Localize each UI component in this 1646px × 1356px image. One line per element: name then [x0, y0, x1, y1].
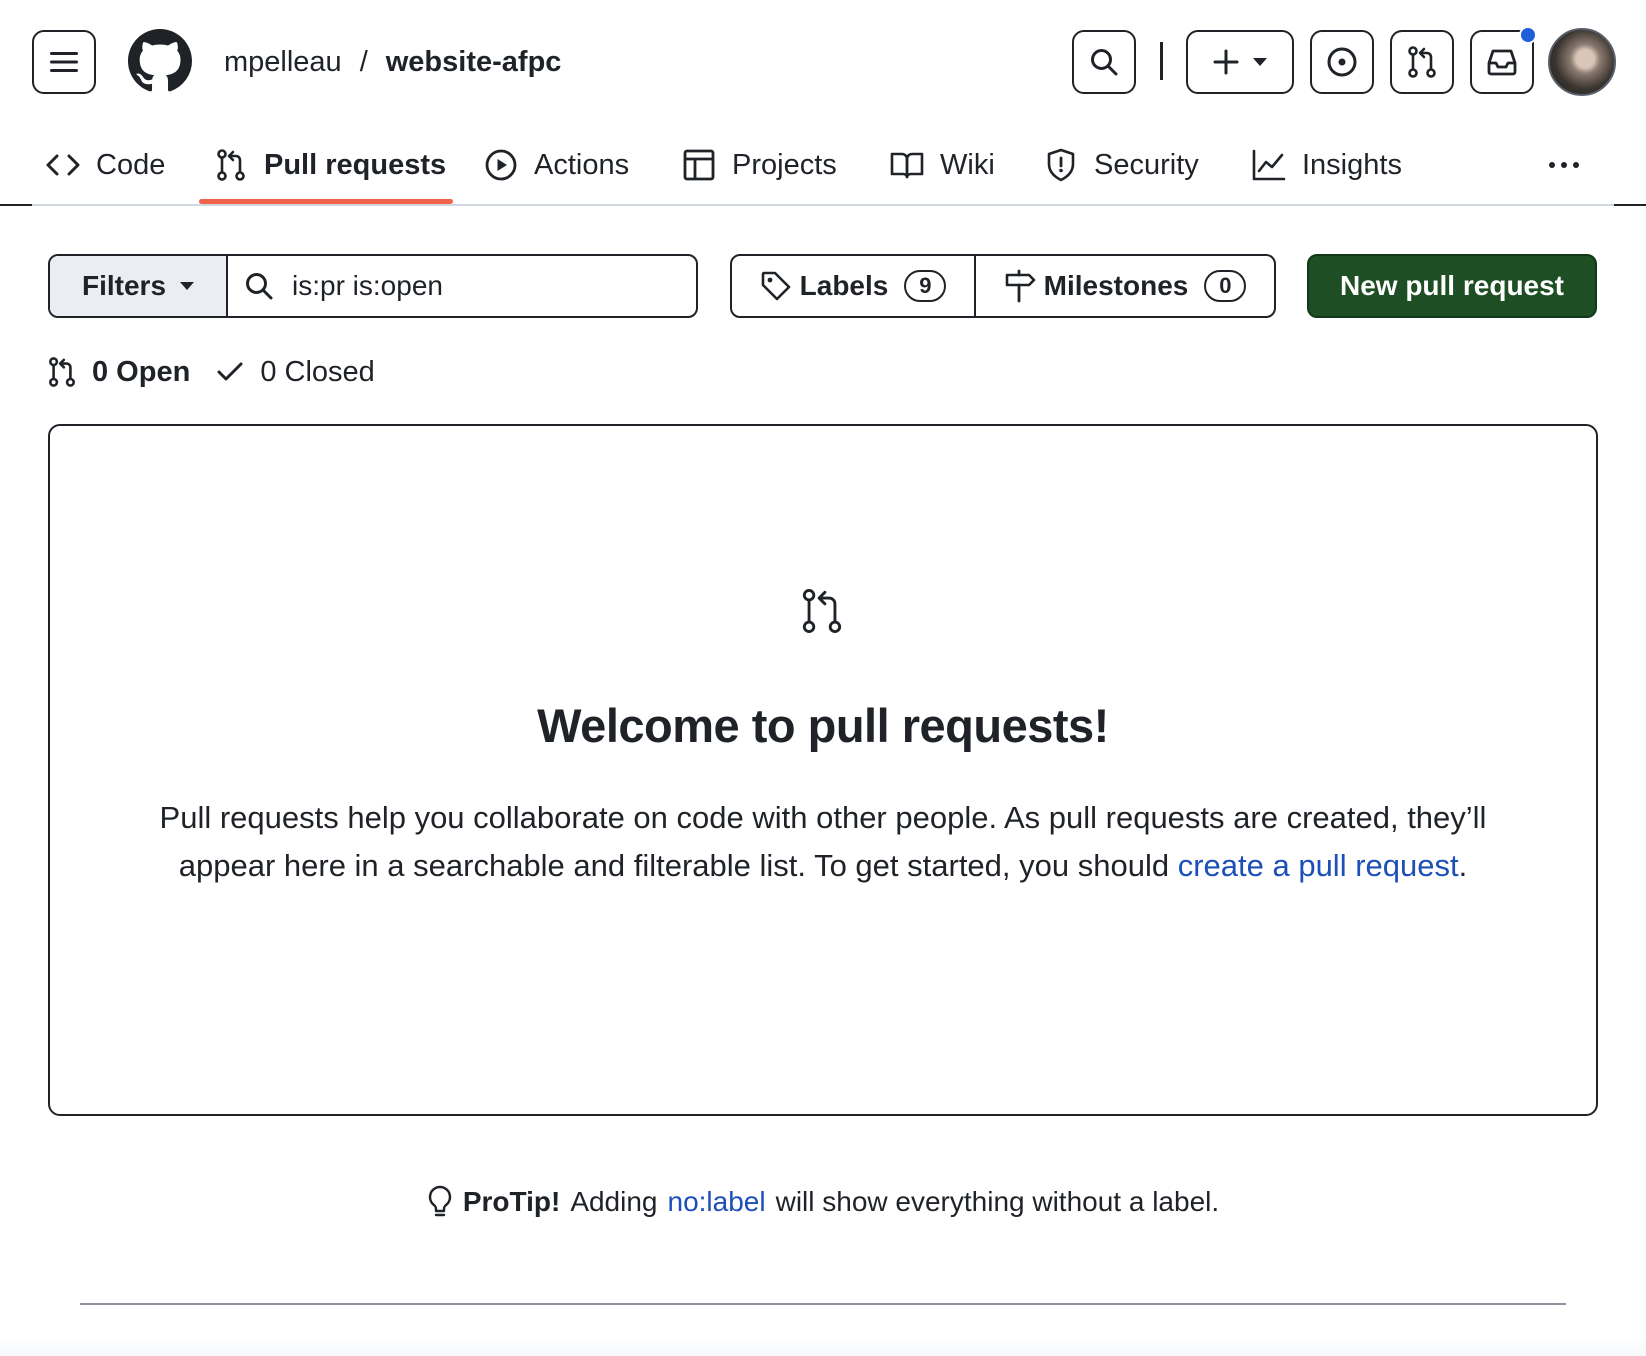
active-tab-underline	[199, 199, 453, 204]
chevron-down-icon	[180, 282, 195, 290]
create-pull-request-link[interactable]: create a pull request	[1178, 848, 1459, 883]
labels-label: Labels	[799, 270, 889, 301]
code-icon	[46, 148, 80, 182]
issue-icon	[1326, 46, 1358, 78]
unread-notification-indicator	[1519, 26, 1537, 44]
search-icon	[1089, 47, 1119, 77]
search-field[interactable]	[228, 256, 696, 316]
milestone-icon	[1004, 269, 1036, 303]
user-avatar[interactable]	[1548, 28, 1616, 96]
open-prs-label: 0 Open	[92, 355, 191, 388]
create-new-button[interactable]	[1186, 30, 1294, 94]
new-pull-request-button[interactable]: New pull request	[1307, 254, 1597, 318]
inbox-icon	[1485, 47, 1519, 77]
repo-breadcrumb: mpelleau / website-afpc	[224, 42, 561, 82]
more-tabs-button[interactable]	[1544, 148, 1584, 182]
empty-state-description: Pull requests help you collaborate on co…	[150, 794, 1496, 890]
plus-icon	[1213, 49, 1239, 75]
labels-button[interactable]: Labels 9	[732, 256, 976, 316]
empty-state-panel: Welcome to pull requests! Pull requests …	[48, 424, 1598, 1116]
tab-code[interactable]: Code	[46, 124, 165, 206]
open-prs-link[interactable]: 0 Open	[48, 356, 190, 389]
pull-request-icon	[1407, 46, 1437, 78]
shield-icon	[1044, 148, 1078, 182]
pull-request-icon	[48, 357, 76, 387]
tab-security-label: Security	[1094, 148, 1199, 181]
empty-state-title: Welcome to pull requests!	[537, 699, 1109, 752]
play-icon	[484, 148, 518, 182]
your-issues-button[interactable]	[1310, 30, 1374, 94]
protip-text-before: Adding	[570, 1186, 658, 1217]
tab-pull-requests-label: Pull requests	[264, 148, 447, 181]
footer-divider	[80, 1303, 1566, 1305]
repo-owner-link[interactable]: mpelleau	[224, 42, 342, 82]
tab-insights-label: Insights	[1302, 148, 1402, 181]
table-icon	[682, 148, 716, 182]
pull-request-icon	[214, 148, 248, 182]
tab-pull-requests[interactable]: Pull requests	[214, 124, 446, 206]
empty-state-text-end: .	[1458, 848, 1468, 883]
protip-text-after: will show everything without a label.	[775, 1186, 1220, 1217]
tab-wiki-label: Wiki	[940, 148, 995, 181]
book-icon	[890, 148, 924, 182]
pull-request-icon	[800, 588, 848, 636]
tab-wiki[interactable]: Wiki	[890, 124, 995, 206]
tab-security[interactable]: Security	[1044, 124, 1199, 206]
labels-count-badge: 9	[904, 270, 947, 302]
header-divider	[1160, 42, 1163, 80]
filters-label: Filters	[81, 270, 167, 301]
tab-projects[interactable]: Projects	[682, 124, 837, 206]
tab-insights[interactable]: Insights	[1252, 124, 1402, 206]
milestones-button[interactable]: Milestones 0	[976, 256, 1274, 316]
tab-code-label: Code	[96, 148, 166, 181]
hamburger-icon	[49, 50, 79, 74]
labels-milestones-group: Labels 9 Milestones 0	[730, 254, 1276, 318]
no-label-link[interactable]: no:label	[668, 1186, 766, 1218]
page: mpelleau / website-afpc Code Pull reques…	[0, 0, 1646, 1356]
chevron-down-icon	[1253, 58, 1267, 66]
github-logo-icon[interactable]	[128, 29, 192, 93]
tag-icon	[760, 270, 792, 302]
kebab-dot	[1549, 162, 1555, 168]
open-menu-button[interactable]	[32, 30, 96, 94]
breadcrumb-separator: /	[359, 46, 368, 78]
closed-prs-label: 0 Closed	[260, 355, 375, 388]
kebab-dot	[1561, 162, 1567, 168]
tabs-border-edge	[0, 204, 32, 206]
milestones-label: Milestones	[1043, 270, 1189, 301]
lightbulb-icon	[427, 1185, 453, 1219]
pr-state-toggle: 0 Open 0 Closed	[48, 352, 375, 392]
milestones-count-badge: 0	[1204, 270, 1247, 302]
tab-projects-label: Projects	[732, 148, 837, 181]
repo-name-link[interactable]: website-afpc	[386, 42, 562, 82]
protip-label: ProTip!	[462, 1186, 561, 1217]
protip: ProTip! Adding no:label will show everyt…	[0, 1180, 1646, 1224]
tab-actions-label: Actions	[534, 148, 630, 181]
kebab-dot	[1573, 162, 1579, 168]
global-header: mpelleau / website-afpc	[0, 0, 1646, 124]
search-button[interactable]	[1072, 30, 1136, 94]
search-input[interactable]	[292, 270, 652, 302]
graph-icon	[1252, 148, 1286, 182]
filter-search-group: Filters	[48, 254, 698, 318]
check-icon	[216, 360, 244, 384]
closed-prs-link[interactable]: 0 Closed	[216, 355, 375, 389]
tabs-border-edge	[1614, 204, 1646, 206]
footer-background	[0, 1336, 1646, 1356]
tab-actions[interactable]: Actions	[484, 124, 629, 206]
search-icon	[244, 271, 274, 301]
filters-dropdown-button[interactable]: Filters	[50, 256, 228, 316]
repo-nav-tabs: Code Pull requests Actions Projects Wiki	[0, 124, 1646, 206]
your-pull-requests-button[interactable]	[1390, 30, 1454, 94]
